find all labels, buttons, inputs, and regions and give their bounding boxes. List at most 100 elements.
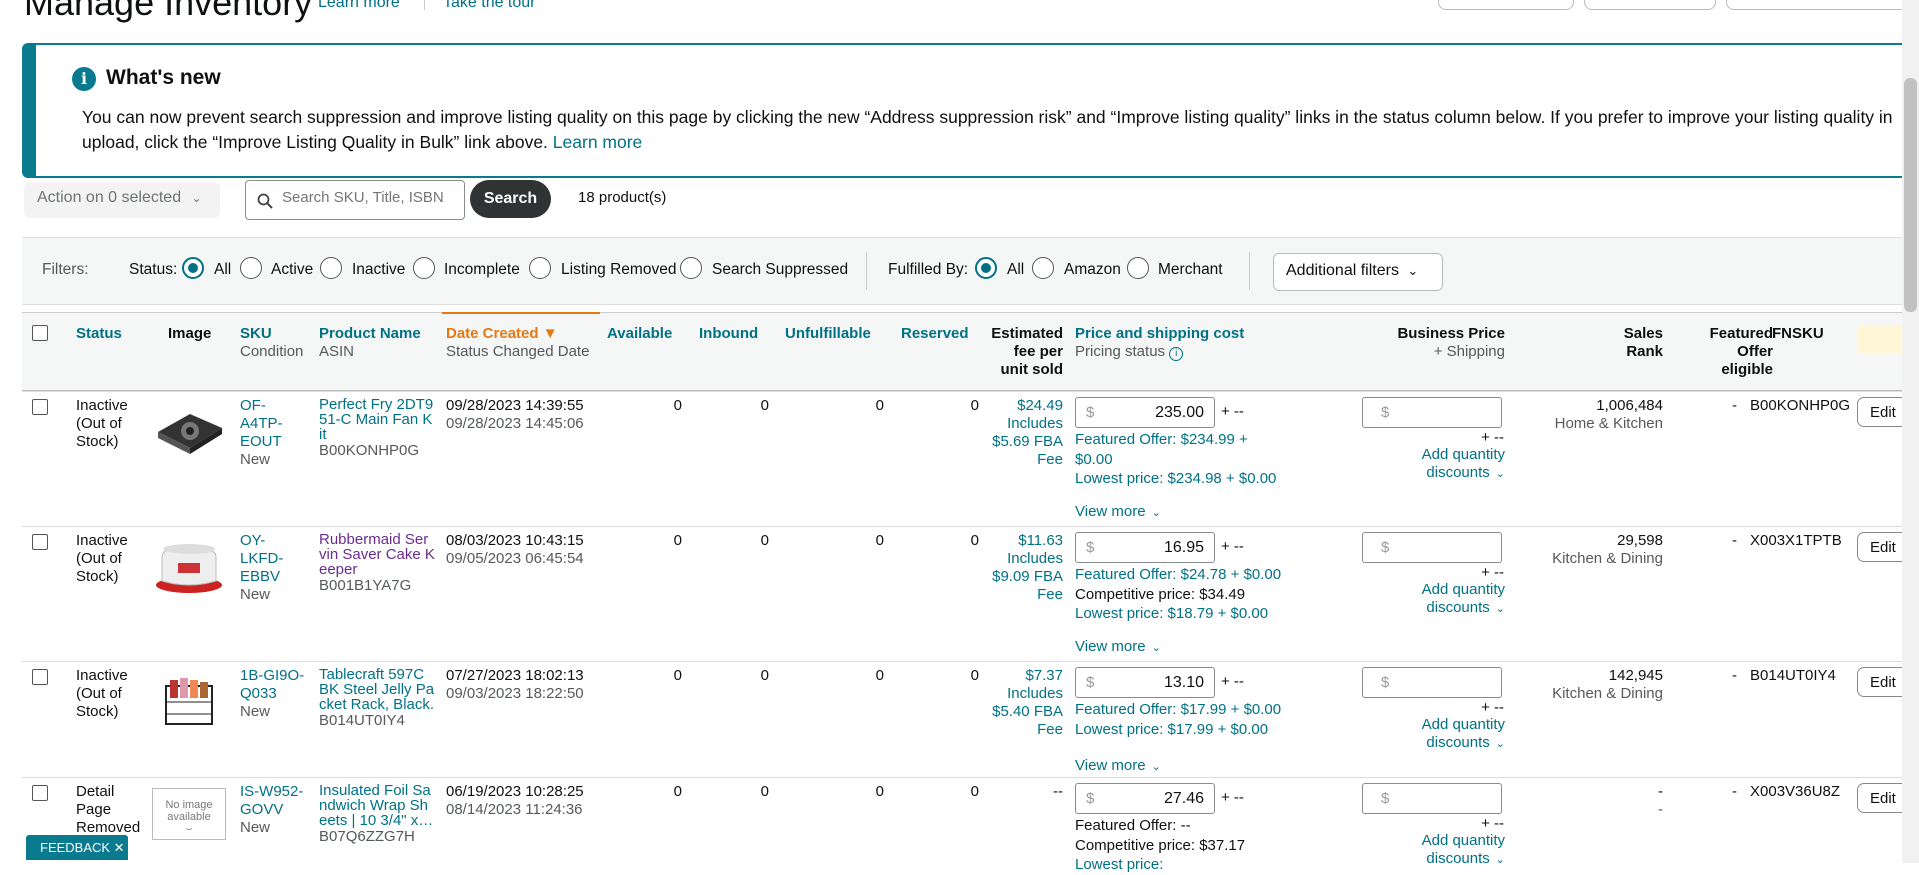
- row-checkbox[interactable]: [32, 669, 48, 685]
- sku-link[interactable]: IS-W952-: [240, 783, 303, 801]
- search-button[interactable]: Search: [470, 180, 551, 218]
- col-date-created[interactable]: Date Created ▼: [446, 325, 558, 343]
- col-unfulfillable[interactable]: Unfulfillable: [785, 325, 871, 343]
- fulfilled-option-amazon: Amazon: [1064, 261, 1121, 278]
- lowest-price[interactable]: Lowest price: $17.99 + $0.00: [1075, 720, 1281, 740]
- price-input[interactable]: $27.46: [1075, 783, 1215, 814]
- product-name-link[interactable]: 51-C Main Fan K: [319, 412, 433, 427]
- scrollbar-thumb[interactable]: [1904, 78, 1917, 312]
- product-name-link[interactable]: Rubbermaid Ser: [319, 532, 435, 547]
- product-image[interactable]: [152, 672, 226, 732]
- view-more-link[interactable]: View more ⌄: [1075, 638, 1161, 657]
- currency-symbol: $: [1086, 539, 1095, 556]
- quantity-label: Add quantity: [1421, 716, 1505, 733]
- product-image[interactable]: [152, 537, 226, 597]
- status-option-incomplete: Incomplete: [444, 261, 520, 278]
- status-radio-listing-removed[interactable]: [529, 257, 551, 279]
- lowest-price[interactable]: Lowest price: $234.98 + $0.00: [1075, 469, 1276, 489]
- price-input[interactable]: $16.95: [1075, 532, 1215, 563]
- business-price-input[interactable]: $: [1362, 532, 1502, 563]
- status-line: (Out of: [76, 685, 122, 702]
- sku-link[interactable]: EBBV: [240, 568, 283, 586]
- add-quantity-discounts-link[interactable]: Add quantity discounts ⌄: [1385, 581, 1505, 618]
- sku-link[interactable]: OF-: [240, 397, 283, 415]
- col-reserved[interactable]: Reserved: [901, 325, 969, 343]
- col-inbound[interactable]: Inbound: [699, 325, 758, 343]
- add-quantity-discounts-link[interactable]: Add quantity discounts ⌄: [1385, 446, 1505, 483]
- business-price-input[interactable]: $: [1362, 397, 1502, 428]
- price-input[interactable]: $235.00: [1075, 397, 1215, 428]
- col-status[interactable]: Status: [76, 325, 122, 343]
- product-name-link[interactable]: it: [319, 427, 433, 442]
- fee-line[interactable]: $7.37: [963, 667, 1063, 685]
- column-settings-button[interactable]: [1858, 325, 1908, 353]
- pricing-status: Featured Offer: $234.99 + $0.00 Lowest pri…: [1075, 430, 1276, 489]
- col-available[interactable]: Available: [607, 325, 672, 343]
- fee-line[interactable]: $24.49: [963, 397, 1063, 415]
- sku-link[interactable]: 1B-GI9O-: [240, 667, 304, 685]
- business-price-input[interactable]: $: [1362, 783, 1502, 814]
- product-name-link[interactable]: ndwich Wrap Sh: [319, 798, 433, 813]
- status-radio-all[interactable]: [182, 257, 204, 279]
- product-name-link[interactable]: vin Saver Cake K: [319, 547, 435, 562]
- info-icon[interactable]: i: [1169, 347, 1184, 361]
- sku-link[interactable]: Q033: [240, 685, 304, 703]
- select-all-checkbox[interactable]: [32, 325, 48, 341]
- status-radio-inactive[interactable]: [320, 257, 342, 279]
- currency-symbol: $: [1381, 674, 1390, 691]
- business-price-input[interactable]: $: [1362, 667, 1502, 698]
- status-radio-incomplete[interactable]: [413, 257, 435, 279]
- product-name-link[interactable]: Tablecraft 597C: [319, 667, 434, 682]
- product-name-link[interactable]: eets | 10 3/4" x…: [319, 813, 433, 828]
- row-checkbox[interactable]: [32, 534, 48, 550]
- feedback-tab[interactable]: FEEDBACK ✕: [26, 835, 128, 860]
- col-price-shipping[interactable]: Price and shipping cost: [1075, 325, 1244, 343]
- sku-link[interactable]: A4TP-: [240, 415, 283, 433]
- additional-filters-button[interactable]: Additional filters ⌄: [1273, 253, 1443, 291]
- row-checkbox[interactable]: [32, 785, 48, 801]
- sku-link[interactable]: LKFD-: [240, 550, 283, 568]
- row-condition: New: [240, 451, 271, 468]
- status-radio-active[interactable]: [240, 257, 262, 279]
- product-name-link[interactable]: eeper: [319, 562, 435, 577]
- fee-line[interactable]: $11.63: [963, 532, 1063, 550]
- view-more-link[interactable]: View more ⌄: [1075, 757, 1161, 776]
- fulfilled-radio-merchant[interactable]: [1127, 257, 1149, 279]
- header-button-1[interactable]: [1438, 0, 1574, 10]
- search-input[interactable]: [282, 189, 452, 206]
- sku-link[interactable]: EOUT: [240, 433, 283, 451]
- add-quantity-discounts-link[interactable]: Add quantity discounts ⌄: [1385, 832, 1505, 869]
- header-button-3[interactable]: [1726, 0, 1919, 10]
- whats-new-learn-more-link[interactable]: Learn more: [553, 132, 643, 152]
- row-product-name: Perfect Fry 2DT9 51-C Main Fan Kit B00KONH…: [319, 397, 433, 460]
- product-image[interactable]: [152, 402, 226, 462]
- product-image[interactable]: No image available ⌣: [152, 788, 226, 848]
- status-radio-search-suppressed[interactable]: [680, 257, 702, 279]
- take-tour-link[interactable]: Take the tour: [443, 0, 536, 12]
- product-name-link[interactable]: cket Rack, Black.: [319, 697, 434, 712]
- fulfilled-radio-amazon[interactable]: [1032, 257, 1054, 279]
- sku-link[interactable]: GOVV: [240, 801, 303, 819]
- featured-offer[interactable]: Featured Offer: $24.78 + $0.00: [1075, 565, 1281, 585]
- add-quantity-discounts-link[interactable]: Add quantity discounts ⌄: [1385, 716, 1505, 753]
- featured-offer[interactable]: Featured Offer: $17.99 + $0.00: [1075, 700, 1281, 720]
- quantity-label: Add quantity: [1421, 446, 1505, 463]
- lowest-price[interactable]: Lowest price: $18.79 + $0.00: [1075, 604, 1281, 624]
- featured-offer[interactable]: Featured Offer: $234.99 +: [1075, 430, 1276, 450]
- row-estimated-fee: $7.37 Includes $5.40 FBA Fee: [963, 667, 1063, 739]
- lowest-price[interactable]: Lowest price:: [1075, 855, 1245, 875]
- sku-link[interactable]: OY-: [240, 532, 283, 550]
- learn-more-link[interactable]: Learn more: [318, 0, 400, 12]
- col-sku[interactable]: SKU: [240, 325, 272, 343]
- price-input[interactable]: $13.10: [1075, 667, 1215, 698]
- bulk-action-dropdown[interactable]: Action on 0 selected ⌄: [24, 182, 220, 218]
- row-checkbox[interactable]: [32, 399, 48, 415]
- product-name-link[interactable]: Insulated Foil Sa: [319, 783, 433, 798]
- product-name-link[interactable]: BK Steel Jelly Pa: [319, 682, 434, 697]
- col-product-name[interactable]: Product Name: [319, 325, 421, 343]
- col-image: Image: [168, 325, 212, 342]
- view-more-link[interactable]: View more ⌄: [1075, 503, 1161, 522]
- header-button-2[interactable]: [1584, 0, 1716, 10]
- fulfilled-radio-all[interactable]: [975, 257, 997, 279]
- product-name-link[interactable]: Perfect Fry 2DT9: [319, 397, 433, 412]
